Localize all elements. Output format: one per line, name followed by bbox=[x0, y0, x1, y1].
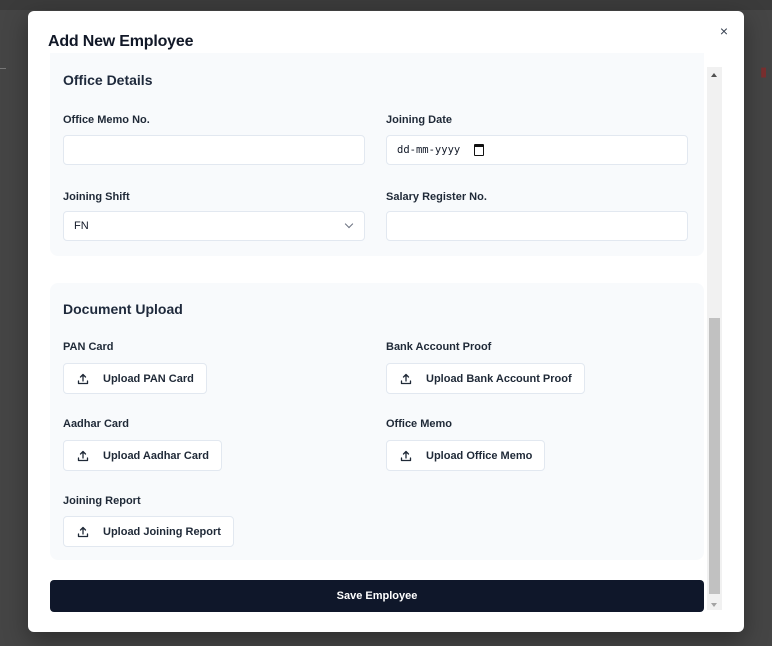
upload-office-memo-label: Upload Office Memo bbox=[426, 449, 533, 462]
scroll-down-arrow-icon[interactable] bbox=[711, 603, 717, 607]
joining-shift-select[interactable]: FN bbox=[63, 211, 365, 241]
joining-shift-value: FN bbox=[74, 220, 89, 232]
background-trash-icon: ▮ bbox=[760, 64, 768, 79]
document-upload-section: Document Upload PAN Card Upload PAN Card… bbox=[50, 283, 704, 560]
upload-icon bbox=[77, 373, 89, 384]
joining-shift-label: Joining Shift bbox=[63, 191, 130, 203]
upload-icon bbox=[77, 450, 89, 461]
upload-joining-report-label: Upload Joining Report bbox=[103, 525, 221, 538]
joining-date-placeholder: dd-mm-yyyy bbox=[397, 144, 461, 156]
upload-aadhar-card-label: Upload Aadhar Card bbox=[103, 449, 209, 462]
office-memo-no-input[interactable] bbox=[63, 135, 365, 165]
upload-joining-report-button[interactable]: Upload Joining Report bbox=[63, 516, 234, 547]
scrollbar-thumb[interactable] bbox=[709, 318, 720, 594]
joining-date-input[interactable]: dd-mm-yyyy bbox=[386, 135, 688, 165]
save-employee-button[interactable]: Save Employee bbox=[50, 580, 704, 612]
upload-icon bbox=[400, 373, 412, 384]
upload-icon bbox=[77, 526, 89, 537]
pan-card-label: PAN Card bbox=[63, 341, 114, 353]
bank-account-proof-label: Bank Account Proof bbox=[386, 341, 492, 353]
salary-register-no-label: Salary Register No. bbox=[386, 191, 487, 203]
background-topbar bbox=[0, 0, 772, 10]
section-title-document-upload: Document Upload bbox=[63, 301, 183, 317]
chevron-down-icon bbox=[344, 219, 354, 229]
upload-office-memo-button[interactable]: Upload Office Memo bbox=[386, 440, 546, 471]
upload-icon bbox=[400, 450, 412, 461]
joining-report-label: Joining Report bbox=[63, 495, 141, 507]
upload-bank-account-proof-button[interactable]: Upload Bank Account Proof bbox=[386, 363, 585, 394]
office-memo-label: Office Memo bbox=[386, 418, 453, 430]
modal-scroll-area[interactable]: Office Details Office Memo No. Joining D… bbox=[50, 53, 706, 618]
upload-pan-card-label: Upload PAN Card bbox=[103, 372, 194, 385]
section-title-office-details: Office Details bbox=[63, 72, 153, 88]
upload-pan-card-button[interactable]: Upload PAN Card bbox=[63, 363, 207, 394]
office-memo-no-label: Office Memo No. bbox=[63, 114, 150, 126]
office-details-section: Office Details Office Memo No. Joining D… bbox=[50, 53, 704, 256]
modal-title: Add New Employee bbox=[48, 33, 194, 50]
salary-register-no-input[interactable] bbox=[386, 211, 688, 241]
aadhar-card-label: Aadhar Card bbox=[63, 418, 130, 430]
scroll-up-arrow-icon[interactable] bbox=[711, 73, 717, 77]
calendar-icon[interactable] bbox=[474, 144, 485, 156]
vertical-scrollbar[interactable] bbox=[707, 67, 722, 610]
background-divider bbox=[0, 68, 6, 69]
joining-date-label: Joining Date bbox=[386, 114, 453, 126]
close-icon[interactable]: × bbox=[716, 23, 732, 39]
add-employee-modal: Add New Employee × Office Details Office… bbox=[28, 11, 744, 632]
upload-aadhar-card-button[interactable]: Upload Aadhar Card bbox=[63, 440, 222, 471]
upload-bank-account-proof-label: Upload Bank Account Proof bbox=[426, 372, 572, 385]
